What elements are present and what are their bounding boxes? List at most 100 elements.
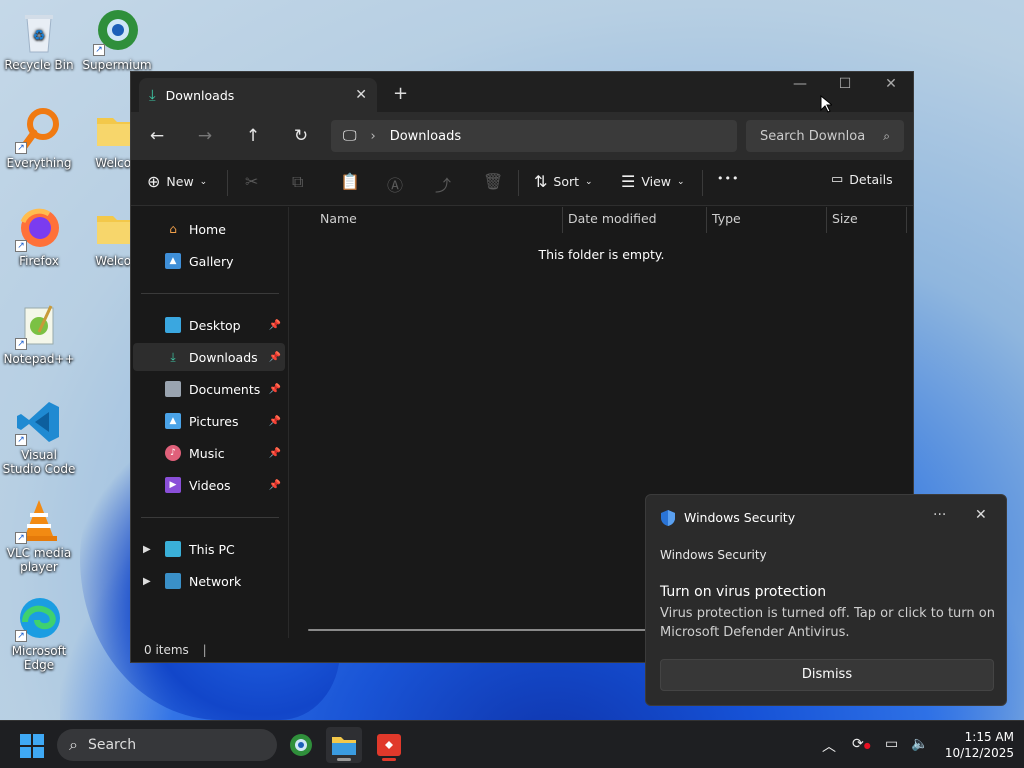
new-button[interactable]: ⊕ New ⌄ — [147, 172, 207, 191]
details-button[interactable]: ▭ Details — [831, 172, 893, 187]
address-path: Downloads — [389, 128, 462, 144]
chevron-right-icon: › — [370, 128, 376, 144]
back-button[interactable]: ← — [145, 124, 169, 148]
column-separator[interactable] — [906, 207, 907, 233]
sidebar-item-this-pc[interactable]: ▶ This PC — [133, 535, 285, 563]
forward-button[interactable]: → — [193, 124, 217, 148]
new-tab-button[interactable]: + — [393, 83, 408, 104]
chevron-down-icon: ⌄ — [677, 176, 685, 187]
more-options-button[interactable]: ••• — [717, 172, 739, 185]
desktop-icon-vscode[interactable]: ↗ Visual Studio Code — [1, 398, 77, 476]
notification-more-button[interactable]: ··· — [933, 507, 946, 523]
taskbar-supermium[interactable] — [283, 727, 319, 763]
column-header-size[interactable]: Size — [832, 211, 858, 226]
up-button[interactable]: ↑ — [241, 124, 265, 148]
tab-downloads[interactable]: ⤓ Downloads ✕ — [139, 78, 377, 112]
desktop-icon-supermium[interactable]: ↗ Supermium — [79, 8, 155, 72]
column-separator[interactable] — [562, 207, 563, 233]
view-button[interactable]: ☰ View ⌄ — [621, 172, 685, 191]
vscode-icon: ↗ — [15, 398, 63, 446]
delete-button[interactable]: 🗑 — [483, 172, 503, 191]
supermium-icon — [290, 734, 312, 756]
desktop-icon-recycle-bin[interactable]: ♻ Recycle Bin — [1, 8, 77, 72]
address-bar[interactable]: 🖵 › Downloads — [331, 120, 737, 152]
taskbar: ⌕ Search ︿ ⟳● ▭ 🔈 1:15 AM 10/12/2025 — [0, 720, 1024, 768]
copy-icon: ⧉ — [292, 172, 304, 191]
sidebar-item-home[interactable]: ⌂ Home — [133, 215, 285, 243]
tab-close-button[interactable]: ✕ — [355, 87, 367, 103]
title-bar: ⤓ Downloads ✕ + — ☐ ✕ — [131, 72, 913, 112]
column-separator[interactable] — [826, 207, 827, 233]
clock[interactable]: 1:15 AM 10/12/2025 — [930, 729, 1014, 761]
sidebar-item-documents[interactable]: Documents 📌 — [133, 375, 285, 403]
notification-app-name: Windows Security — [684, 510, 796, 525]
copy-button[interactable]: ⧉ — [292, 172, 303, 192]
sidebar-item-videos[interactable]: ▶ Videos 📌 — [133, 471, 285, 499]
sidebar-divider — [141, 293, 279, 294]
desktop-icon-label: VLC media player — [6, 546, 72, 574]
everything-search-icon: ↗ — [15, 106, 63, 154]
minimize-button[interactable]: — — [785, 76, 815, 92]
more-icon: ••• — [717, 172, 740, 185]
pin-icon: 📌 — [268, 447, 281, 459]
taskbar-red-app[interactable] — [371, 727, 407, 763]
search-box[interactable]: Search Downloa ⌕ — [746, 120, 904, 152]
sidebar-item-label: Network — [189, 573, 242, 589]
show-hidden-icons-chevron-icon[interactable]: ︿ — [822, 736, 836, 756]
volume-muted-icon[interactable]: 🔈 — [911, 736, 928, 752]
rename-button[interactable]: Ⓐ — [387, 172, 403, 196]
close-window-button[interactable]: ✕ — [876, 76, 906, 92]
sidebar-item-downloads[interactable]: ⤓ Downloads 📌 — [133, 343, 285, 371]
desktop-icon-vlc[interactable]: ↗ VLC media player — [1, 496, 77, 574]
notification-body: Virus protection is turned off. Tap or c… — [660, 606, 995, 640]
desktop-icon-firefox[interactable]: ↗ Firefox — [1, 204, 77, 268]
start-windows-icon[interactable] — [20, 734, 44, 758]
shield-icon — [661, 510, 675, 526]
rename-icon: Ⓐ — [387, 176, 404, 195]
firefox-icon: ↗ — [15, 204, 63, 252]
desktop-icon-label: Everything — [6, 156, 72, 170]
documents-folder-icon — [165, 381, 181, 397]
clock-date: 10/12/2025 — [944, 746, 1014, 760]
empty-folder-message: This folder is empty. — [538, 247, 665, 262]
clipboard-icon: 📋 — [340, 172, 360, 191]
refresh-button[interactable]: ↻ — [289, 124, 313, 148]
share-button[interactable]: ⤴ — [435, 172, 451, 196]
this-pc-icon — [165, 541, 181, 557]
maximize-button[interactable]: ☐ — [830, 76, 860, 92]
notification-close-button[interactable]: ✕ — [975, 507, 987, 523]
dismiss-button[interactable]: Dismiss — [660, 659, 994, 691]
network-monitor-icon[interactable]: ▭ — [885, 736, 898, 752]
sidebar-item-label: This PC — [189, 541, 235, 557]
desktop-icon-edge[interactable]: ↗ Microsoft Edge — [1, 594, 77, 672]
search-icon: ⌕ — [69, 735, 78, 754]
notification-title: Turn on virus protection — [660, 584, 827, 600]
sidebar-item-pictures[interactable]: ▲ Pictures 📌 — [133, 407, 285, 435]
paste-button[interactable]: 📋 — [340, 172, 360, 191]
trash-icon: 🗑 — [483, 172, 504, 191]
desktop-folder-icon — [165, 317, 181, 333]
desktop-icon-label: Visual Studio Code — [2, 448, 76, 476]
column-header-type[interactable]: Type — [712, 211, 741, 226]
taskbar-search-box[interactable]: ⌕ Search — [57, 729, 277, 761]
sync-alert-icon[interactable]: ⟳● — [852, 736, 871, 752]
windows-security-notification[interactable]: Windows Security ··· ✕ Windows Security … — [645, 494, 1007, 706]
desktop-icon-everything[interactable]: ↗ Everything — [1, 106, 77, 170]
sidebar-item-desktop[interactable]: Desktop 📌 — [133, 311, 285, 339]
sidebar-item-network[interactable]: ▶ Network — [133, 567, 285, 595]
column-header-date-modified[interactable]: Date modified — [568, 211, 657, 226]
horizontal-scrollbar[interactable] — [308, 629, 648, 631]
sort-button[interactable]: ⇅ Sort ⌄ — [534, 172, 593, 191]
sidebar-item-music[interactable]: ♪ Music 📌 — [133, 439, 285, 467]
svg-text:♻: ♻ — [33, 28, 46, 44]
column-header-name[interactable]: Name — [320, 211, 357, 226]
sidebar-item-gallery[interactable]: ▲ Gallery — [133, 247, 285, 275]
cut-button[interactable]: ✂ — [245, 172, 258, 191]
taskbar-file-explorer[interactable] — [326, 727, 362, 763]
gallery-icon: ▲ — [165, 253, 181, 269]
desktop-icon-notepad-plus-plus[interactable]: ↗ Notepad++ — [1, 302, 77, 366]
column-separator[interactable] — [706, 207, 707, 233]
chevron-right-icon[interactable]: ▶ — [143, 576, 151, 587]
command-bar: ⊕ New ⌄ ✂ ⧉ 📋 Ⓐ ⤴ 🗑 ⇅ Sort ⌄ ☰ View ⌄ ••… — [131, 160, 913, 206]
chevron-right-icon[interactable]: ▶ — [143, 544, 151, 555]
